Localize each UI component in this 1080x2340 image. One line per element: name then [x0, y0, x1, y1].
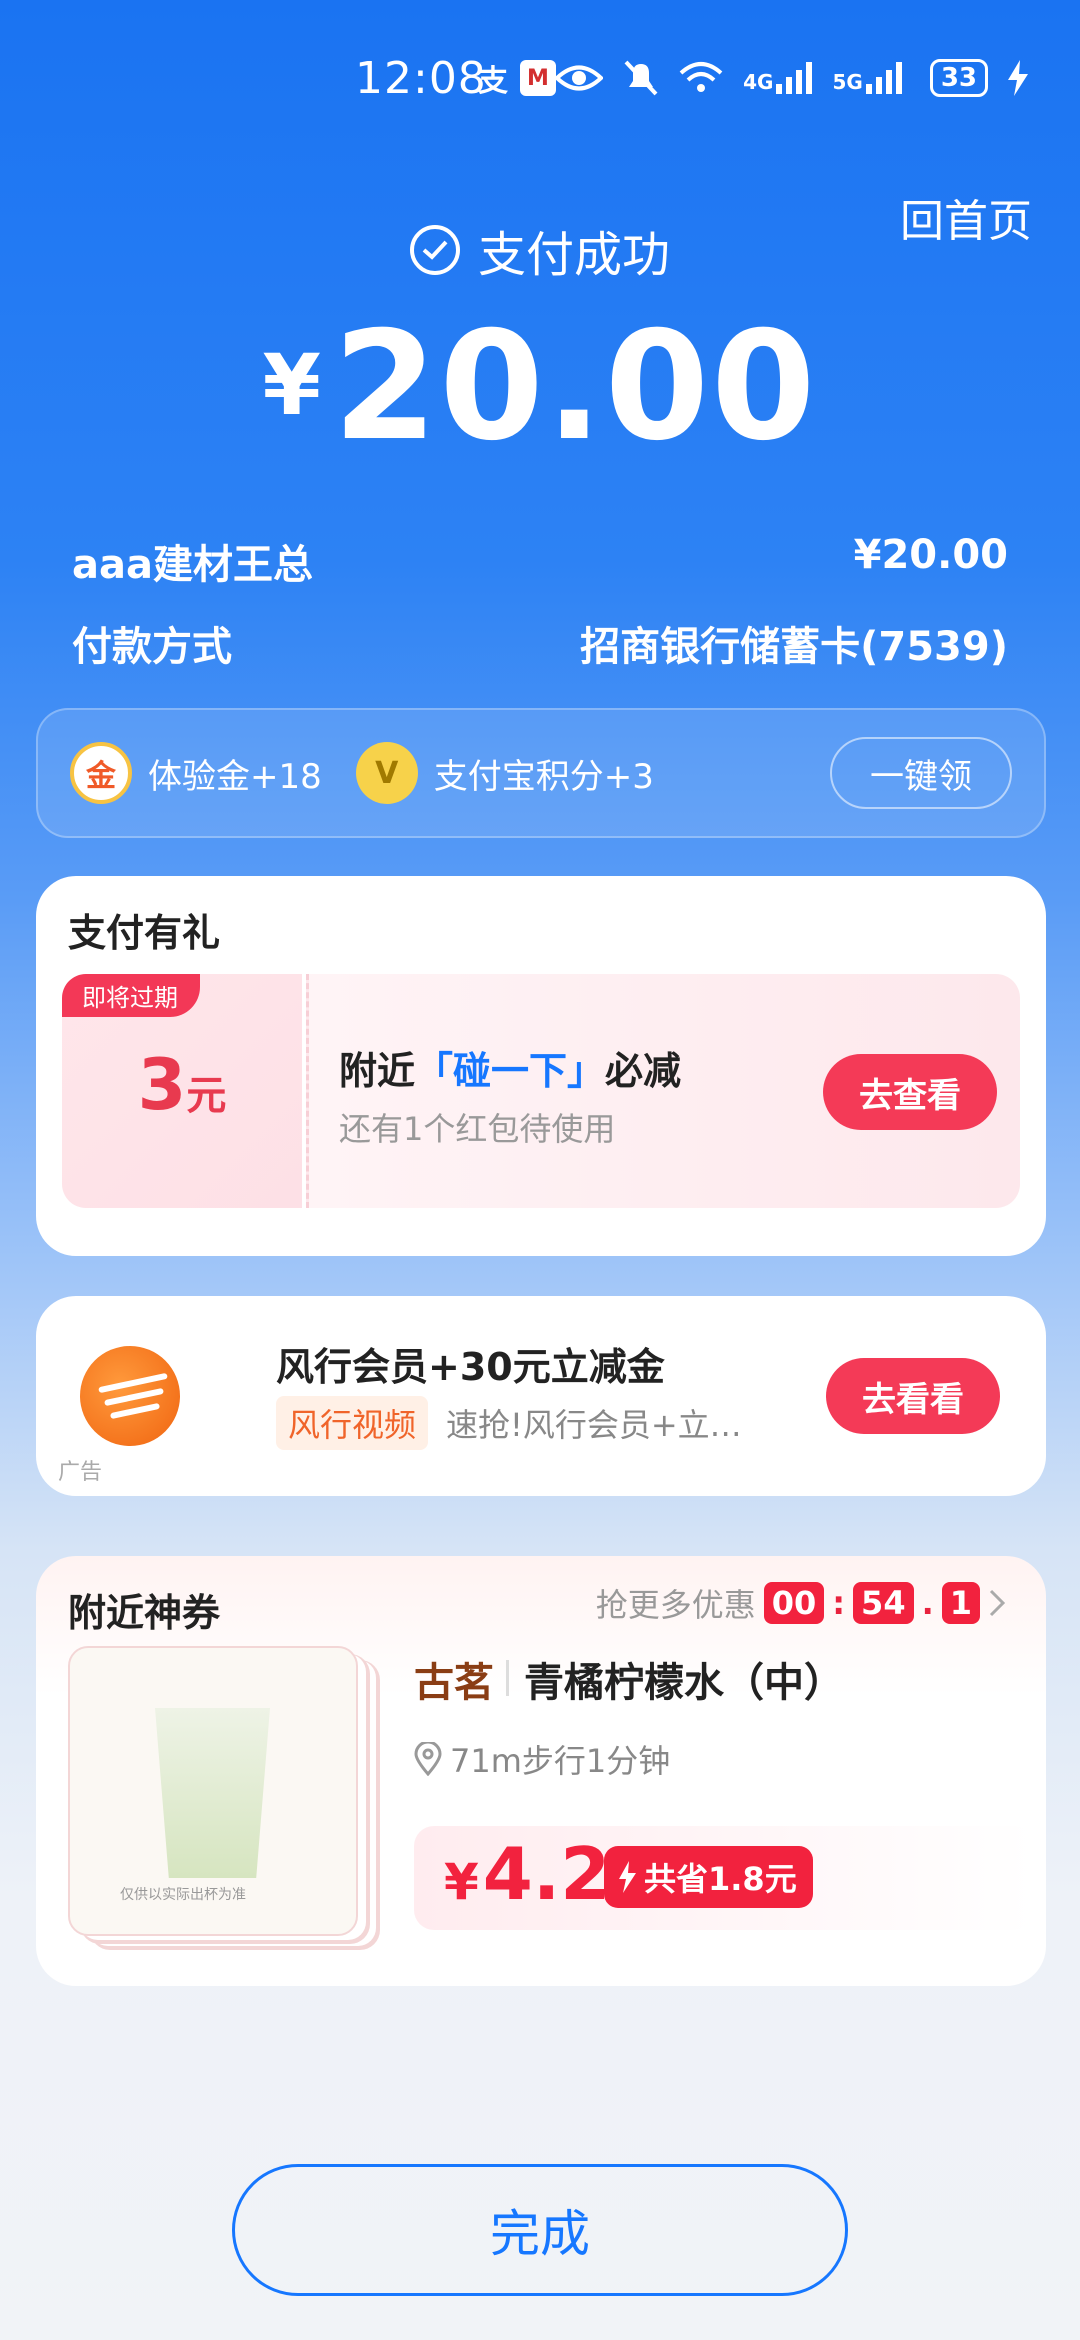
payee-row: aaa建材王总 ¥20.00	[72, 532, 1008, 590]
claim-all-button[interactable]: 一键领	[830, 737, 1012, 809]
distance-row: 71m步行1分钟	[414, 1736, 670, 1782]
check-circle-icon	[409, 225, 460, 275]
payment-success-label: 支付成功	[477, 227, 670, 283]
product-price: ¥4.2	[444, 1832, 610, 1916]
payment-method-row: 付款方式 招商银行储蓄卡(7539)	[72, 614, 1008, 672]
nearby-coupon-card[interactable]: 附近神券 抢更多优惠 00 : 54 . 1 仅供以实际出杯为准 古茗 青橘柠檬…	[36, 1556, 1046, 1986]
status-time: 12:08	[355, 52, 487, 104]
timer-hours: 00	[763, 1582, 825, 1624]
product-image: 仅供以实际出杯为准	[68, 1646, 358, 1936]
saving-chip: 共省1.8元	[604, 1846, 813, 1908]
coupon-title-post: 必减	[605, 1049, 682, 1093]
timer-minutes: 54	[853, 1582, 914, 1624]
charging-bolt-icon	[1008, 60, 1028, 96]
price-value: 4.2	[482, 1832, 611, 1916]
saving-text: 共省1.8元	[644, 1860, 797, 1898]
coupon-detail-block[interactable]: 附近「碰一下」必减 还有1个红包待使用 去查看	[306, 974, 1020, 1208]
ad-view-button[interactable]: 去看看	[826, 1358, 1000, 1434]
payment-success-row: 支付成功	[0, 215, 1080, 285]
payee-amount: ¥20.00	[853, 532, 1008, 578]
wifi-icon	[679, 62, 723, 92]
ad-brand-chip: 风行视频	[276, 1396, 429, 1450]
mute-bell-icon	[624, 60, 658, 96]
timer-tenths: 1	[941, 1582, 980, 1624]
gift-section-title: 支付有礼	[68, 911, 221, 955]
currency-symbol: ¥	[262, 336, 321, 434]
network-5g-label: 5G	[832, 70, 863, 94]
payee-name: aaa建材王总	[72, 542, 313, 588]
rewards-strip: 金 体验金+18 V 支付宝积分+3 一键领	[36, 708, 1046, 838]
signal-4g-icon: 4G	[743, 62, 813, 94]
distance-text: 71m步行1分钟	[450, 1742, 671, 1780]
down-arrow-icon	[619, 1861, 636, 1893]
ad-subrow: 风行视频 速抢!风行会员+立…	[276, 1396, 742, 1450]
bank-notification-icon: M	[520, 60, 556, 96]
price-currency: ¥	[444, 1853, 479, 1911]
gold-coin-icon: 金	[70, 742, 132, 804]
points-icon: V	[355, 742, 418, 804]
done-button[interactable]: 完成	[232, 2164, 848, 2296]
reward-trial-gold-label: 体验金+18	[148, 756, 322, 797]
nearby-section-title: 附近神券	[68, 1591, 221, 1635]
status-bar: 12:08 支 M 4G 5G 33	[0, 48, 1080, 108]
product-image-caption: 仅供以实际出杯为准	[120, 1887, 246, 1903]
more-deals-label: 抢更多优惠	[595, 1586, 756, 1624]
eye-icon	[555, 65, 604, 91]
view-coupon-button[interactable]: 去查看	[823, 1054, 997, 1130]
ad-card[interactable]: 广告 风行会员+30元立减金 风行视频 速抢!风行会员+立… 去看看	[36, 1296, 1046, 1496]
ad-tag: 广告	[58, 1460, 103, 1485]
status-system-icons: 4G 5G 33	[555, 59, 1028, 97]
coupon-title-pre: 附近	[339, 1049, 416, 1093]
coupon-title: 附近「碰一下」必减	[339, 1040, 681, 1095]
signal-5g-icon: 5G	[832, 62, 909, 94]
paid-amount: ¥20.00	[0, 300, 1080, 474]
more-deals-timer[interactable]: 抢更多优惠 00 : 54 . 1	[596, 1580, 1006, 1626]
status-notification-icons: 支 M	[478, 56, 556, 100]
funshion-logo-icon	[80, 1346, 180, 1446]
expire-tag: 即将过期	[62, 974, 200, 1017]
battery-indicator: 33	[929, 59, 988, 97]
reward-points-label: 支付宝积分+3	[433, 756, 654, 797]
coupon-subtitle: 还有1个红包待使用	[339, 1110, 616, 1148]
product-name: 青橘柠檬水（中）	[524, 1660, 844, 1706]
payment-method-label: 付款方式	[72, 624, 232, 670]
shop-brand: 古茗	[414, 1660, 494, 1706]
reward-trial-gold: 金 体验金+18	[70, 742, 322, 804]
brand-divider	[506, 1660, 509, 1696]
payment-gift-card: 支付有礼 即将过期 3元 附近「碰一下」必减 还有1个红包待使用 去查看	[36, 876, 1046, 1256]
chevron-right-icon	[989, 1589, 1006, 1617]
location-pin-icon	[414, 1742, 442, 1776]
price-bar: ¥4.2 共省1.8元	[414, 1826, 1034, 1930]
network-4g-label: 4G	[743, 70, 774, 94]
payment-method-value: 招商银行储蓄卡(7539)	[580, 624, 1008, 670]
amount-value: 20.00	[332, 300, 818, 474]
alipay-notification-icon: 支	[478, 64, 508, 99]
coupon-value-block: 即将过期 3元	[62, 974, 302, 1208]
coupon-unit: 元	[186, 1073, 227, 1119]
drink-cup-icon	[155, 1708, 270, 1878]
coupon-amount: 3	[137, 1044, 187, 1126]
coupon-title-highlight: 「碰一下」	[415, 1049, 606, 1093]
ad-description: 速抢!风行会员+立…	[446, 1406, 742, 1444]
reward-points: V 支付宝积分+3	[355, 742, 654, 804]
ad-title: 风行会员+30元立减金	[276, 1345, 665, 1389]
coupon-value: 3元	[62, 1044, 302, 1126]
